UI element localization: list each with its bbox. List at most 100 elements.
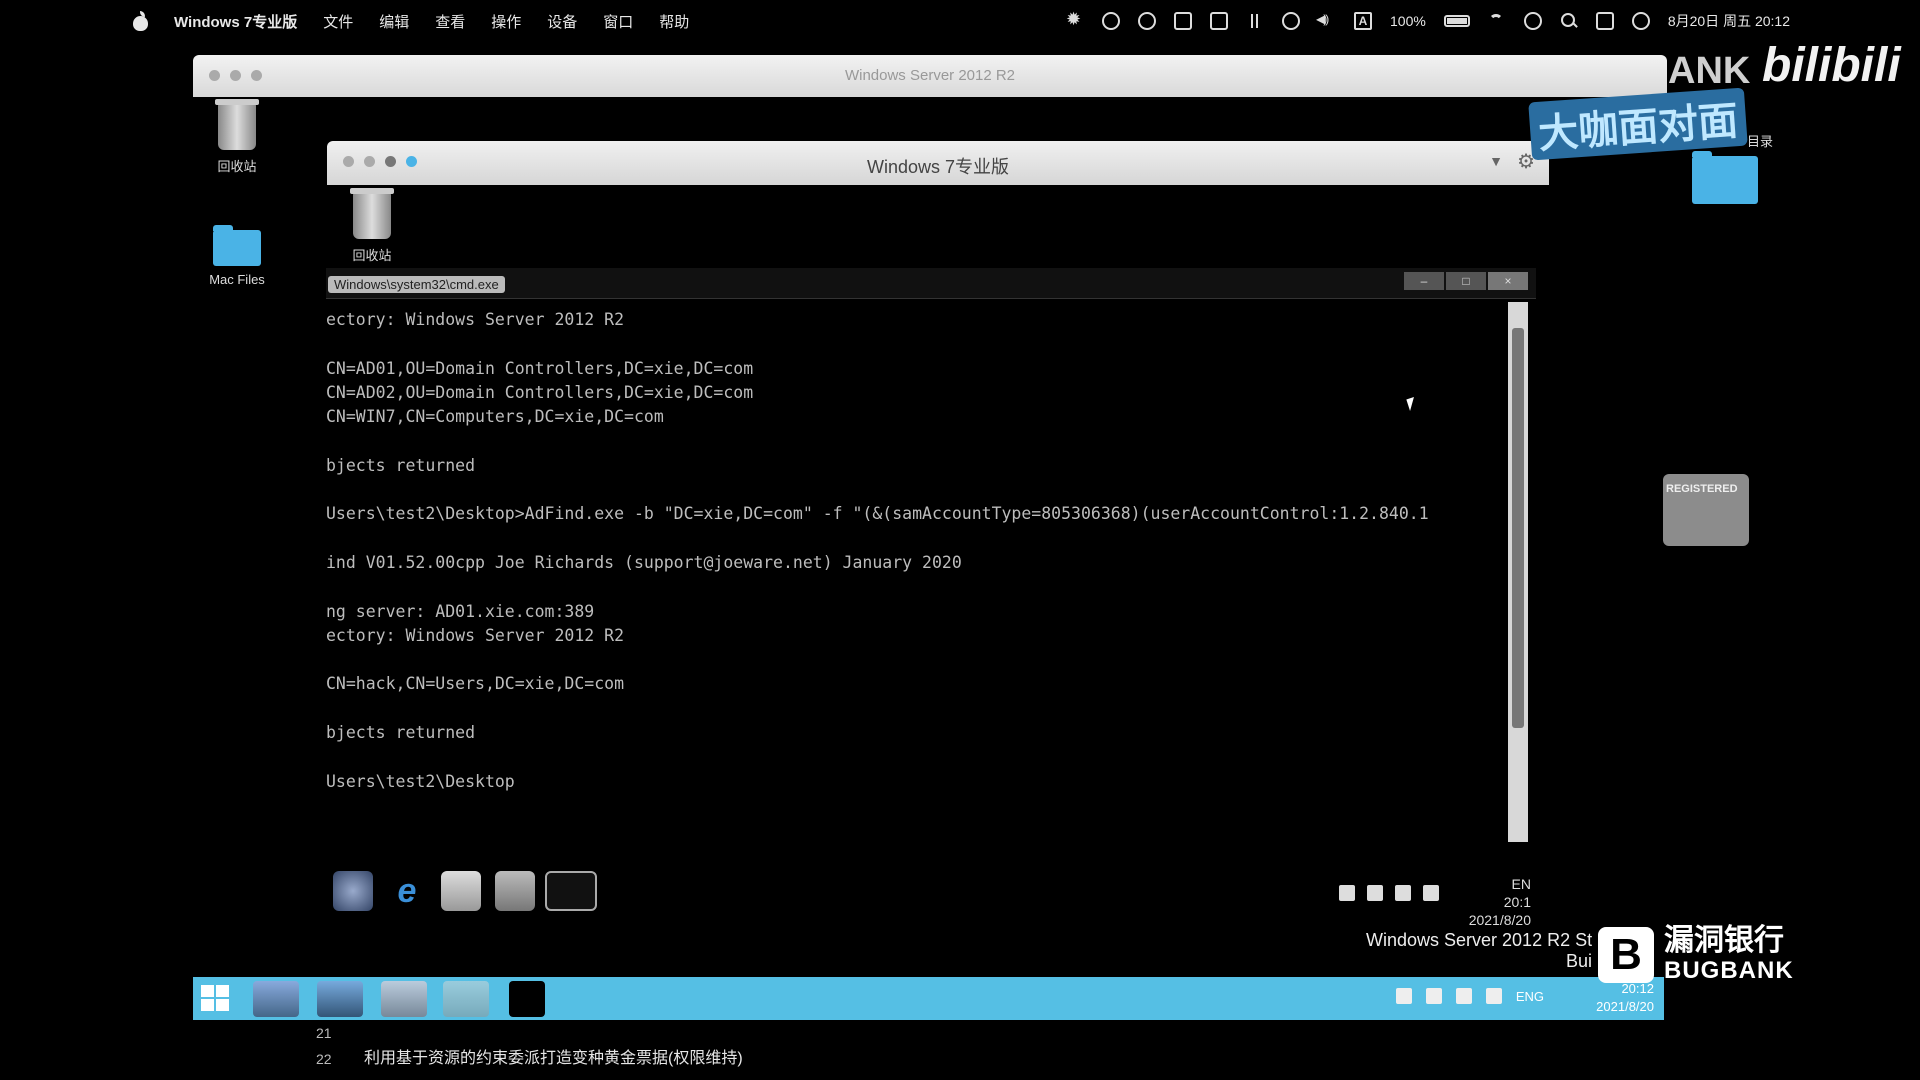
volume-icon[interactable] bbox=[1316, 12, 1336, 30]
cmd-line bbox=[326, 648, 1504, 672]
input-method-icon[interactable]: A bbox=[1354, 12, 1373, 30]
win7-time: 20:1 bbox=[1503, 894, 1531, 910]
spotlight-search-icon[interactable] bbox=[1560, 12, 1578, 30]
server-edition-watermark: Windows Server 2012 R2 St Bui bbox=[1366, 930, 1592, 972]
status-app-icon[interactable] bbox=[1102, 12, 1121, 30]
menubar-clock[interactable]: 8月20日 周五 20:12 bbox=[1668, 11, 1790, 31]
server-clock[interactable]: 20:12 2021/8/20 bbox=[1596, 980, 1654, 1016]
win7-tray bbox=[1339, 885, 1439, 901]
desktop-recycle-bin[interactable]: 回收站 bbox=[192, 99, 282, 175]
file-explorer-icon[interactable] bbox=[381, 981, 427, 1017]
server-cmd-icon[interactable] bbox=[509, 981, 545, 1017]
win7-window-titlebar[interactable]: Windows 7专业版 ▼ ⚙ bbox=[327, 141, 1549, 185]
close-button[interactable]: × bbox=[1488, 272, 1528, 290]
win7-date: 2021/8/20 bbox=[1468, 912, 1531, 928]
server-watermark-line2: Bui bbox=[1566, 951, 1593, 971]
cmd-line: bjects returned bbox=[326, 455, 476, 475]
menu-device[interactable]: 设备 bbox=[547, 11, 577, 32]
windows-start-icon[interactable] bbox=[201, 985, 229, 1011]
cmd-line bbox=[326, 429, 1504, 453]
menu-action[interactable]: 操作 bbox=[491, 11, 521, 32]
server-manager-icon[interactable] bbox=[253, 981, 299, 1017]
server-tray: ENG bbox=[1395, 988, 1544, 1004]
cmd-window-title: Windows\system32\cmd.exe bbox=[328, 276, 505, 293]
cmd-line: CN=hack,CN=Users,DC=xie,DC=com bbox=[326, 674, 625, 694]
folder-icon bbox=[1692, 151, 1758, 204]
maximize-button[interactable]: □ bbox=[1446, 272, 1486, 290]
control-center-icon[interactable] bbox=[1595, 12, 1614, 30]
win7-desktop-recycle-bin[interactable]: 回收站 bbox=[327, 188, 417, 264]
slide-caption: 利用基于资源的约束委派打造变种黄金票据(权限维持) bbox=[364, 1050, 743, 1067]
cmd-titlebar[interactable]: Windows\system32\cmd.exe – □ × bbox=[326, 268, 1536, 299]
user-icon[interactable] bbox=[1523, 12, 1542, 30]
apple-menu-icon[interactable] bbox=[132, 11, 150, 31]
internet-explorer-icon[interactable]: e bbox=[387, 871, 427, 911]
battery-icon[interactable] bbox=[1443, 15, 1470, 27]
minimize-button[interactable]: – bbox=[1404, 272, 1444, 290]
cmd-line: Users\test2\Desktop bbox=[326, 771, 515, 791]
vm-app-icon[interactable] bbox=[443, 981, 489, 1017]
menu-window[interactable]: 窗口 bbox=[603, 11, 633, 32]
win7-window-title: Windows 7专业版 bbox=[866, 157, 1010, 177]
win7-lang: EN bbox=[1511, 876, 1531, 892]
cmd-scrollbar-thumb[interactable] bbox=[1512, 328, 1524, 728]
server-window-titlebar[interactable]: Windows Server 2012 R2 bbox=[193, 55, 1667, 97]
bilibili-logo: bilibili bbox=[1762, 39, 1901, 92]
mac-menubar: Windows 7专业版 文件 编辑 查看 操作 设备 窗口 帮助 A 100%… bbox=[0, 0, 1920, 42]
wifi-icon[interactable] bbox=[1488, 12, 1506, 30]
recycle-bin-label: 回收站 bbox=[217, 159, 257, 174]
cmd-line: ectory: Windows Server 2012 R2 bbox=[326, 310, 625, 329]
cmd-line bbox=[326, 575, 1504, 599]
menu-view[interactable]: 查看 bbox=[435, 11, 465, 32]
cmd-output[interactable]: ectory: Windows Server 2012 R2 CN=AD01,O… bbox=[326, 308, 1504, 794]
flag-icon[interactable] bbox=[1395, 988, 1412, 1004]
recycle-bin-icon bbox=[350, 188, 394, 239]
win7-clock[interactable]: EN 20:1 2021/8/20 bbox=[1469, 875, 1531, 929]
explorer-icon[interactable] bbox=[441, 871, 481, 911]
slide-number: 22 bbox=[316, 1051, 332, 1067]
flag-icon[interactable] bbox=[1339, 885, 1355, 901]
settings-gear-icon[interactable] bbox=[1066, 9, 1084, 30]
right-card-label: REGISTERED bbox=[1666, 483, 1738, 495]
powershell-icon[interactable] bbox=[317, 981, 363, 1017]
bugbank-logo-block: B 漏洞银行 BUGBANK bbox=[1598, 925, 1794, 985]
qq-icon[interactable] bbox=[1138, 12, 1157, 30]
network-icon[interactable] bbox=[1367, 885, 1383, 901]
menu-help[interactable]: 帮助 bbox=[659, 11, 689, 32]
wps-icon[interactable] bbox=[1174, 12, 1193, 30]
menubar-app-name[interactable]: Windows 7专业版 bbox=[174, 11, 297, 32]
right-folder-label: 目录 bbox=[1747, 134, 1774, 149]
speaker-icon[interactable] bbox=[1423, 885, 1439, 901]
server-window-title: Windows Server 2012 R2 bbox=[844, 67, 1016, 84]
cmd-line: ind V01.52.00cpp Joe Richards (support@j… bbox=[326, 552, 962, 572]
bank-partial-logo: ANK bbox=[1668, 50, 1751, 92]
display-icon[interactable] bbox=[1395, 885, 1411, 901]
cmd-line: ectory: Windows Server 2012 R2 bbox=[326, 625, 625, 645]
chevron-down-icon[interactable]: ▼ bbox=[1489, 153, 1503, 169]
network-icon[interactable] bbox=[1425, 988, 1442, 1004]
pause-icon[interactable] bbox=[1246, 12, 1264, 30]
cmd-line: Users\test2\Desktop>AdFind.exe -b "DC=xi… bbox=[326, 504, 1429, 524]
media-player-icon[interactable] bbox=[495, 871, 535, 911]
bugbank-en: BUGBANK bbox=[1664, 957, 1794, 984]
cmd-line: CN=AD01,OU=Domain Controllers,DC=xie,DC=… bbox=[326, 358, 754, 378]
speaker-icon[interactable] bbox=[1485, 988, 1502, 1004]
desktop-mac-files[interactable]: Mac Files bbox=[192, 225, 282, 287]
start-orb-icon[interactable] bbox=[333, 871, 373, 911]
server-lang[interactable]: ENG bbox=[1516, 989, 1544, 1004]
menu-file[interactable]: 文件 bbox=[323, 11, 353, 32]
folder-sync-icon[interactable] bbox=[1210, 12, 1229, 30]
recycle-bin-icon bbox=[215, 99, 259, 150]
vpn-icon[interactable] bbox=[1282, 12, 1301, 30]
slide-line-numbers: 21 22 bbox=[316, 1020, 332, 1072]
cmd-line: bjects returned bbox=[326, 723, 476, 743]
server-watermark-line1: Windows Server 2012 R2 St bbox=[1366, 930, 1593, 950]
display-icon[interactable] bbox=[1455, 988, 1472, 1004]
cmd-line bbox=[326, 697, 1504, 721]
menu-edit[interactable]: 编辑 bbox=[379, 11, 409, 32]
cmd-window: Windows\system32\cmd.exe – □ × ectory: W… bbox=[326, 268, 1536, 842]
cmd-taskbar-icon[interactable] bbox=[545, 871, 597, 911]
right-desktop-folder[interactable] bbox=[1690, 151, 1760, 210]
bugbank-b-icon: B bbox=[1598, 927, 1654, 983]
siri-icon[interactable] bbox=[1631, 12, 1650, 30]
